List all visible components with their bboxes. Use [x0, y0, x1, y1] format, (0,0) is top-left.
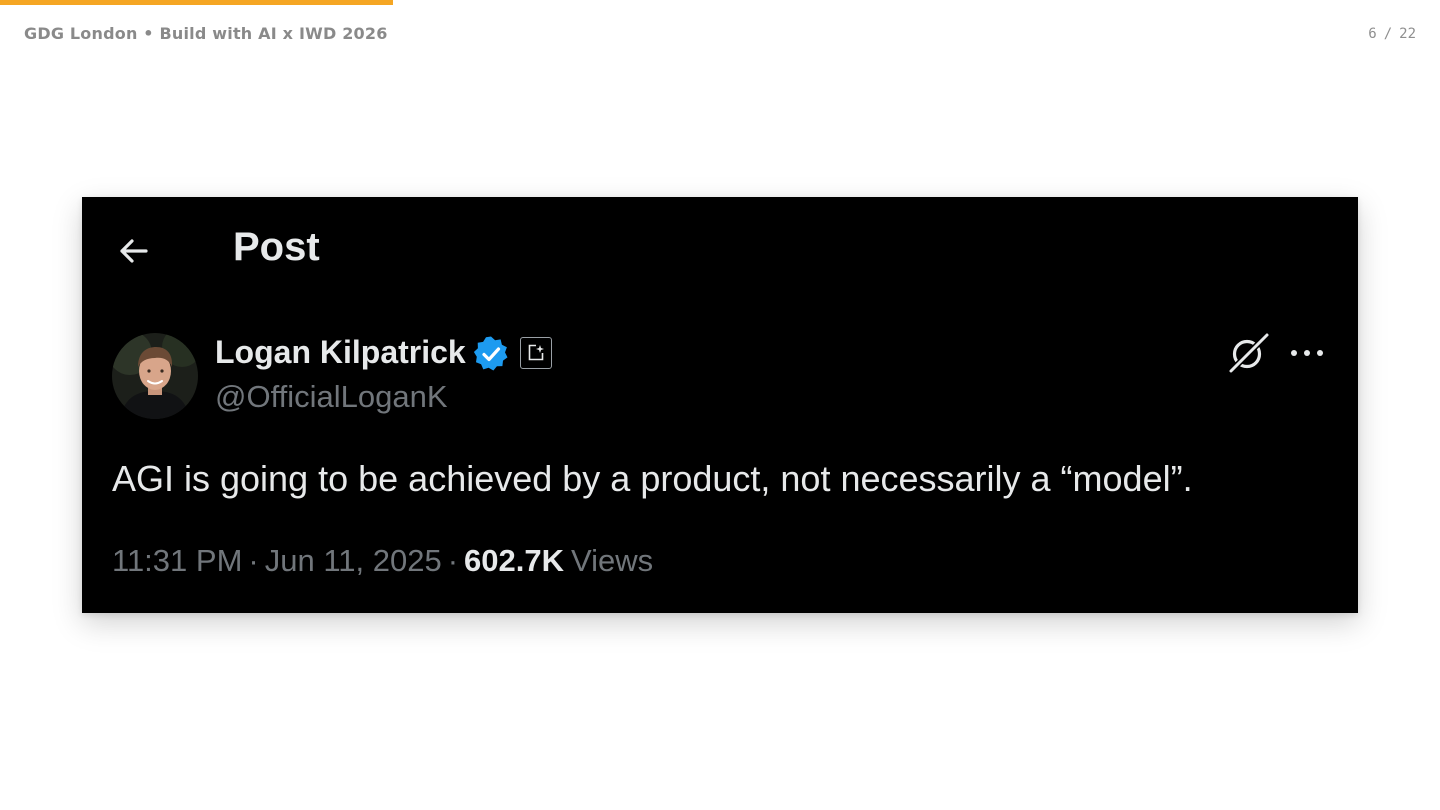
page-separator: /	[1383, 26, 1393, 42]
slide-progress-bar	[0, 0, 393, 5]
page-title: Post	[233, 225, 320, 269]
grok-icon[interactable]	[1226, 331, 1270, 375]
tweet-screenshot: Post Logan Kilpatrick @OfficialLoganK AG…	[82, 197, 1358, 613]
affiliate-badge-icon[interactable]	[520, 337, 552, 369]
page-total: 22	[1399, 26, 1416, 42]
author-name[interactable]: Logan Kilpatrick	[215, 334, 466, 371]
views-label: Views	[570, 543, 654, 578]
verified-badge-icon	[472, 335, 510, 373]
tweet-meta: 11:31 PM · Jun 11, 2025 · 602.7K Views	[112, 543, 653, 579]
tweet-text: AGI is going to be achieved by a product…	[112, 458, 1193, 499]
page-current: 6	[1368, 26, 1377, 42]
deck-title: GDG London • Build with AI x IWD 2026	[24, 24, 388, 43]
more-options-icon[interactable]	[1288, 343, 1328, 363]
meta-separator: ·	[248, 543, 259, 578]
author-handle[interactable]: @OfficialLoganK	[215, 379, 448, 415]
avatar[interactable]	[112, 333, 198, 419]
arrow-left-icon[interactable]	[116, 233, 152, 269]
tweet-date[interactable]: Jun 11, 2025	[265, 543, 442, 578]
meta-separator: ·	[447, 543, 459, 578]
views-count: 602.7K	[464, 543, 564, 578]
page-counter: 6 / 22	[1368, 26, 1416, 42]
tweet-time[interactable]: 11:31 PM	[112, 543, 242, 578]
